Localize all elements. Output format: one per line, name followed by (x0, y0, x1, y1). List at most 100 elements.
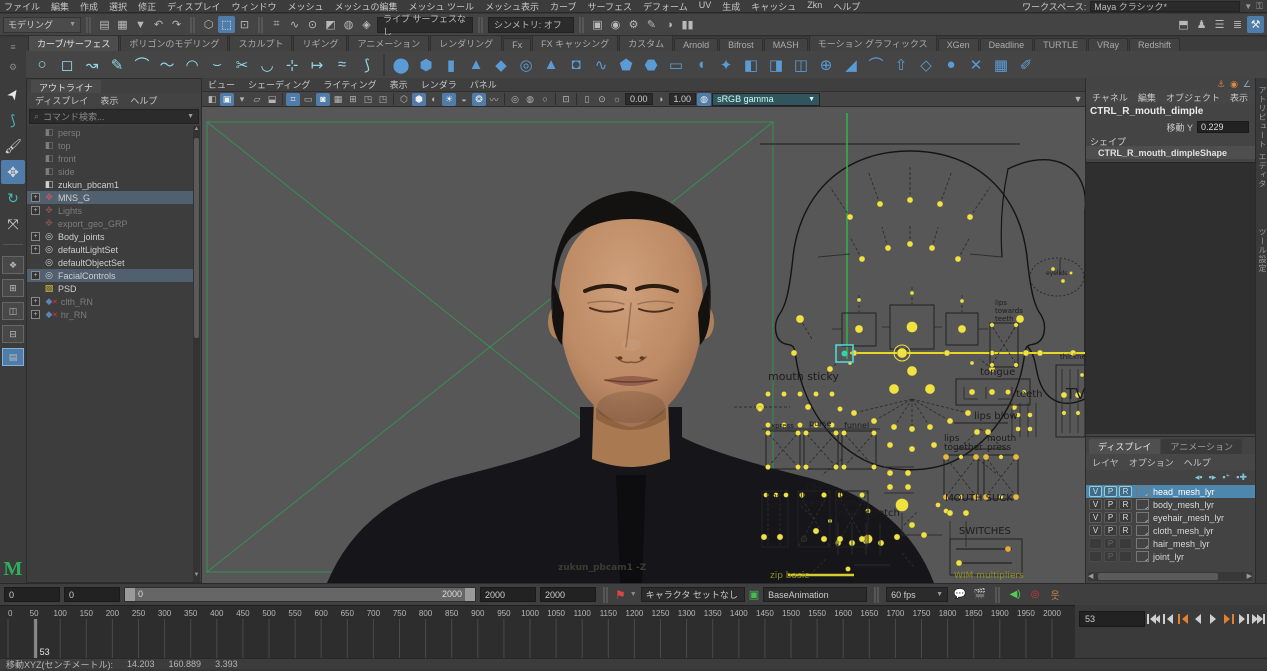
pencil-curve-icon[interactable]: ✎ (105, 53, 129, 77)
shelf-tab-カーブ/サーフェス[interactable]: カーブ/サーフェス (28, 35, 119, 51)
channel-box-icon[interactable]: ☰ (1211, 16, 1228, 33)
step-forward-frame-button[interactable] (1237, 611, 1250, 627)
poly-platonic-icon[interactable]: ⬣ (639, 53, 663, 77)
expand-icon[interactable]: + (31, 297, 40, 306)
pin-icon[interactable]: ⚓ (1217, 79, 1225, 90)
layer-p-toggle[interactable]: P (1104, 512, 1117, 523)
outliner-persp-layout[interactable]: ▤ (2, 348, 24, 366)
gamma-icon[interactable]: ◑ (654, 93, 668, 106)
two-pane-side-layout[interactable]: ◫ (2, 302, 24, 320)
menu-編集[interactable]: 編集 (51, 0, 69, 13)
shelf-tab-Deadline[interactable]: Deadline (980, 38, 1034, 51)
shelf-switcher[interactable]: ≡⚙ (0, 37, 26, 78)
layer-color-swatch[interactable] (1136, 551, 1149, 562)
poly-pipe-icon[interactable]: ◘ (564, 53, 588, 77)
move-layer-up-icon[interactable]: ◂▪ (1195, 472, 1203, 483)
animation-end-field[interactable]: 2000 (540, 587, 596, 602)
lock-workspace-icon[interactable]: ⚿ (1256, 1, 1263, 12)
outliner-item-export_geo_GRP[interactable]: ✥export_geo_GRP (27, 217, 195, 230)
camera-select-icon[interactable]: ◧ (205, 93, 219, 106)
channelbox-menu-表示[interactable]: 表示 (1230, 91, 1248, 104)
expand-icon[interactable]: + (31, 193, 40, 202)
select-object-icon[interactable]: ⬚ (218, 16, 235, 33)
clapboard-icon[interactable]: 🎬 (972, 587, 988, 602)
colorspace-icon[interactable]: ◍ (697, 93, 711, 106)
bookmark-icon[interactable]: ▾ (235, 93, 249, 106)
outliner-item-Body_joints[interactable]: +◎Body_joints (27, 230, 195, 243)
record-icon[interactable]: ◎ (1027, 587, 1043, 602)
move-layer-down-icon[interactable]: ▪▸ (1209, 472, 1217, 483)
panel-menu-シェーディング[interactable]: シェーディング (248, 78, 310, 91)
select-component-icon[interactable]: ⊡ (236, 16, 253, 33)
attribute-value-field[interactable]: 0.229 (1197, 121, 1249, 133)
outliner-item-front[interactable]: ◧front (27, 152, 195, 165)
bezier-curve-icon[interactable]: 〜 (155, 53, 179, 77)
layer-menu-ヘルプ[interactable]: ヘルプ (1184, 456, 1211, 469)
exposure-icon[interactable]: ☼ (610, 93, 624, 106)
shape-node-name[interactable]: CTRL_R_mouth_dimpleShape (1086, 146, 1255, 159)
play-forwards-button[interactable] (1207, 611, 1220, 627)
offset-curve-icon[interactable]: ≈ (330, 53, 354, 77)
layer-v-toggle[interactable]: V (1089, 486, 1102, 497)
menu-キャッシュ[interactable]: キャッシュ (751, 0, 796, 13)
separate-icon[interactable]: ◨ (764, 53, 788, 77)
safe-action-icon[interactable]: ◳ (361, 93, 375, 106)
two-pane-stacked-layout[interactable]: ⊟ (2, 325, 24, 343)
new-layer-from-selected-icon[interactable]: ▪✚ (1236, 472, 1247, 483)
step-back-key-button[interactable] (1177, 611, 1190, 627)
undo-icon[interactable]: ↶ (150, 16, 167, 33)
toon-icon[interactable]: ◑ (661, 16, 678, 33)
playback-start-field[interactable]: 0 (64, 587, 120, 602)
save-scene-icon[interactable]: ▼ (132, 16, 149, 33)
shelf-tab-Fx[interactable]: Fx (503, 38, 531, 51)
outliner-item-side[interactable]: ◧side (27, 165, 195, 178)
panel-menu-レンダラ[interactable]: レンダラ (421, 78, 457, 91)
panel-menu-ビュー[interactable]: ビュー (208, 78, 235, 91)
isolate-icon[interactable]: ◎ (508, 93, 522, 106)
menu-カーブ[interactable]: カーブ (550, 0, 576, 13)
menu-set-dropdown[interactable]: モデリング▼ (3, 17, 81, 33)
animation-start-field[interactable]: 0 (4, 587, 60, 602)
joints-xray-icon[interactable]: ○ (538, 93, 552, 106)
move-tool[interactable]: ✥ (1, 160, 25, 184)
outliner-item-Lights[interactable]: +✥Lights (27, 204, 195, 217)
nurbs-circle-icon[interactable]: ○ (30, 53, 54, 77)
range-start-handle[interactable] (125, 588, 135, 601)
layer-color-swatch[interactable] (1136, 486, 1149, 497)
film-gate-icon[interactable]: ▭ (301, 93, 315, 106)
image-plane-icon[interactable]: ▱ (250, 93, 264, 106)
expand-icon[interactable]: + (31, 245, 40, 254)
shelf-tab-アニメーション[interactable]: アニメーション (348, 35, 429, 51)
expand-icon[interactable]: + (31, 232, 40, 241)
nurbs-square-icon[interactable]: ◻ (55, 53, 79, 77)
character-icon[interactable]: 웃 (1047, 587, 1063, 602)
outliner-item-hr_RN[interactable]: +◆✕hr_RN (27, 308, 195, 321)
wireframe-icon[interactable]: ⬡ (397, 93, 411, 106)
snap-curve-icon[interactable]: ∿ (286, 16, 303, 33)
new-empty-layer-icon[interactable]: ▪⁺ (1222, 472, 1230, 483)
grid-icon[interactable]: ⌗ (286, 93, 300, 106)
shelf-tab-レンダリング[interactable]: レンダリング (430, 35, 502, 51)
layer-tab-アニメーション[interactable]: アニメーション (1161, 439, 1242, 454)
shelf-tab-Redshift[interactable]: Redshift (1129, 38, 1180, 51)
scroll-right-icon[interactable]: ▶ (1247, 572, 1252, 580)
layer-r-toggle[interactable]: R (1119, 525, 1132, 536)
shaded-icon[interactable]: ⬢ (412, 93, 426, 106)
outliner-menu-ヘルプ[interactable]: ヘルプ (130, 94, 157, 107)
range-slider[interactable]: 0 2000 (124, 587, 476, 602)
snap-surface-icon[interactable]: ◍ (340, 16, 357, 33)
layer-row-cloth_mesh_lyr[interactable]: VPRcloth_mesh_lyr (1086, 524, 1255, 537)
field-chart-icon[interactable]: ⊞ (346, 93, 360, 106)
layer-r-toggle[interactable]: R (1119, 512, 1132, 523)
step-back-frame-button[interactable] (1162, 611, 1175, 627)
shelf-tab-Bifrost[interactable]: Bifrost (719, 38, 763, 51)
poly-cylinder-icon[interactable]: ▮ (439, 53, 463, 77)
channel-box-node-name[interactable]: CTRL_R_mouth_dimple (1090, 106, 1203, 117)
poly-sphere-icon[interactable]: ⬤ (389, 53, 413, 77)
layer-row-head_mesh_lyr[interactable]: VPRhead_mesh_lyr (1086, 485, 1255, 498)
fps-dropdown[interactable]: 60 fps▼ (886, 587, 948, 602)
outliner-item-MNS_G[interactable]: +✥MNS_G (27, 191, 195, 204)
layer-p-toggle[interactable]: P (1104, 499, 1117, 510)
panel-menu-表示[interactable]: 表示 (390, 78, 408, 91)
channelbox-menu-オブジェクト[interactable]: オブジェクト (1166, 91, 1220, 104)
